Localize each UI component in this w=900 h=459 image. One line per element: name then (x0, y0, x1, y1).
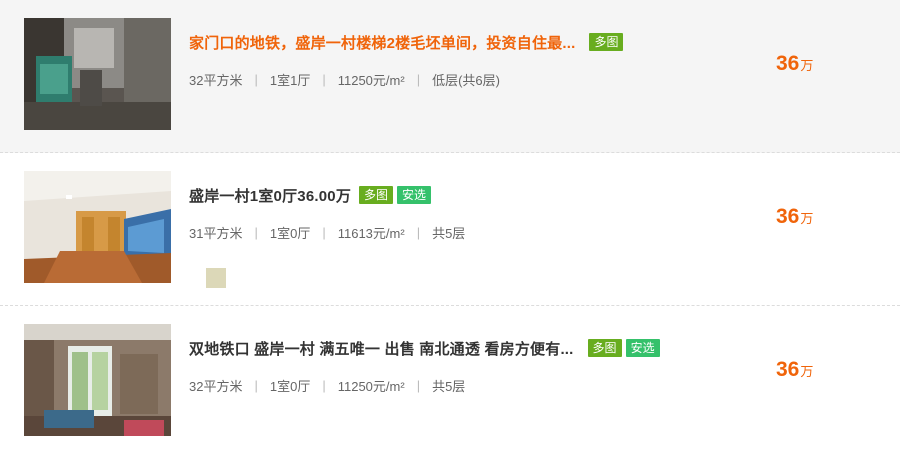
floor-text: 共5层 (432, 379, 466, 394)
divider: | (322, 72, 326, 87)
divider: | (254, 225, 258, 240)
price-unit: 万 (800, 58, 814, 73)
listing-attributes: 32平方米 | 1室1厅 | 11250元/m² | 低层(共6层) (189, 70, 749, 89)
floor-text: 共5层 (432, 226, 466, 241)
area-text: 32平方米 (189, 73, 243, 88)
listing-item[interactable]: 双地铁口 盛岸一村 满五唯一 出售 南北通透 看房方便有... 多图 安选 32… (0, 306, 900, 459)
multi-photo-badge: 多图 (359, 186, 394, 204)
listing-title[interactable]: 盛岸一村1室0厅36.00万 (189, 185, 351, 206)
divider: | (416, 378, 421, 393)
price-unit: 万 (800, 211, 814, 226)
listing-list: 家门口的地铁，盛岸一村楼梯2楼毛坯单间，投资自住最... 多图 32平方米 | … (0, 0, 900, 447)
price-unit: 万 (800, 364, 814, 379)
total-price: 36万 (776, 52, 813, 76)
layout-text: 1室1厅 (269, 73, 311, 88)
total-price: 36万 (776, 358, 813, 382)
price-value: 36 (776, 358, 800, 381)
area-text: 31平方米 (189, 226, 243, 241)
multi-photo-badge: 多图 (589, 33, 624, 51)
listing-item[interactable]: 家门口的地铁，盛岸一村楼梯2楼毛坯单间，投资自住最... 多图 32平方米 | … (0, 0, 900, 153)
divider: | (416, 225, 421, 240)
listing-attributes: 31平方米 | 1室0厅 | 11613元/m² | 共5层 (189, 223, 749, 242)
area-text: 32平方米 (189, 379, 243, 394)
layout-text: 1室0厅 (269, 226, 311, 241)
room-photo-image (24, 171, 171, 283)
divider: | (322, 225, 326, 240)
total-price: 36万 (776, 205, 813, 229)
price-value: 36 (776, 52, 800, 75)
listing-title[interactable]: 家门口的地铁，盛岸一村楼梯2楼毛坯单间，投资自住最... (189, 32, 575, 53)
listing-item[interactable]: 盛岸一村1室0厅36.00万 多图 安选 31平方米 | 1室0厅 | 1161… (0, 153, 900, 306)
floor-text: 低层(共6层) (432, 73, 500, 88)
listing-attributes: 32平方米 | 1室0厅 | 11250元/m² | 共5层 (189, 376, 749, 395)
unit-price-text: 11250元/m² (337, 379, 405, 394)
color-swatch (206, 268, 226, 288)
divider: | (254, 72, 258, 87)
room-photo-image (24, 18, 171, 130)
unit-price-text: 11250元/m² (337, 73, 405, 88)
anxuan-badge: 安选 (625, 339, 660, 357)
listing-photo[interactable] (24, 324, 171, 436)
room-photo-image (24, 324, 171, 436)
layout-text: 1室0厅 (269, 379, 311, 394)
anxuan-badge: 安选 (397, 186, 432, 204)
price-value: 36 (776, 205, 800, 228)
divider: | (322, 378, 326, 393)
divider: | (416, 72, 421, 87)
listing-title[interactable]: 双地铁口 盛岸一村 满五唯一 出售 南北通透 看房方便有... (189, 338, 574, 359)
multi-photo-badge: 多图 (587, 339, 622, 357)
divider: | (254, 378, 258, 393)
listing-photo[interactable] (24, 18, 171, 130)
listing-photo[interactable] (24, 171, 171, 283)
unit-price-text: 11613元/m² (337, 226, 405, 241)
